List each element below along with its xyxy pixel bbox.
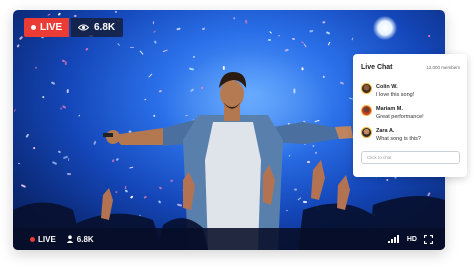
control-bar: LIVE 6.8K HD <box>13 228 445 250</box>
fullscreen-icon[interactable] <box>424 234 433 244</box>
chat-message-author: Colin W. <box>376 84 398 90</box>
chat-input[interactable]: Click to chat <box>361 151 460 164</box>
chat-title: Live Chat <box>361 64 393 71</box>
controls-viewer-value: 6.8K <box>76 234 94 244</box>
avatar <box>361 83 372 94</box>
avatar <box>361 105 372 116</box>
controls-live-label: LIVE <box>38 234 56 244</box>
signal-bars-icon[interactable] <box>387 235 400 243</box>
chat-member-count: 12,000 members <box>426 65 460 70</box>
live-badge: LIVE <box>24 18 70 37</box>
quality-button[interactable]: HD <box>407 236 417 243</box>
live-dot-icon <box>31 25 36 30</box>
chat-message-author: Zara A. <box>376 128 395 134</box>
person-icon <box>66 235 73 243</box>
chat-message: Colin W. I love this song! <box>361 83 414 99</box>
chat-message-author: Mariam M. <box>376 106 403 112</box>
viewer-count: 6.8K <box>94 22 116 33</box>
controls-live-indicator: LIVE <box>30 235 56 244</box>
controls-right-group: HD <box>387 228 433 250</box>
chat-message-text: Great performance! <box>376 114 424 120</box>
avatar <box>361 127 372 138</box>
chat-message-text: What song is this? <box>376 136 421 142</box>
controls-viewer-count: 6.8K <box>66 235 94 244</box>
viewer-count-badge: 6.8K <box>71 18 124 37</box>
chat-message: Mariam M. Great performance! <box>361 105 424 121</box>
live-label: LIVE <box>40 22 63 33</box>
chat-message: Zara A. What song is this? <box>361 127 421 143</box>
chat-message-text: I love this song! <box>376 92 415 98</box>
eye-icon <box>78 24 89 31</box>
live-chat-panel: Live Chat 12,000 members Colin W. I love… <box>353 54 467 177</box>
live-dot-icon <box>30 236 35 242</box>
